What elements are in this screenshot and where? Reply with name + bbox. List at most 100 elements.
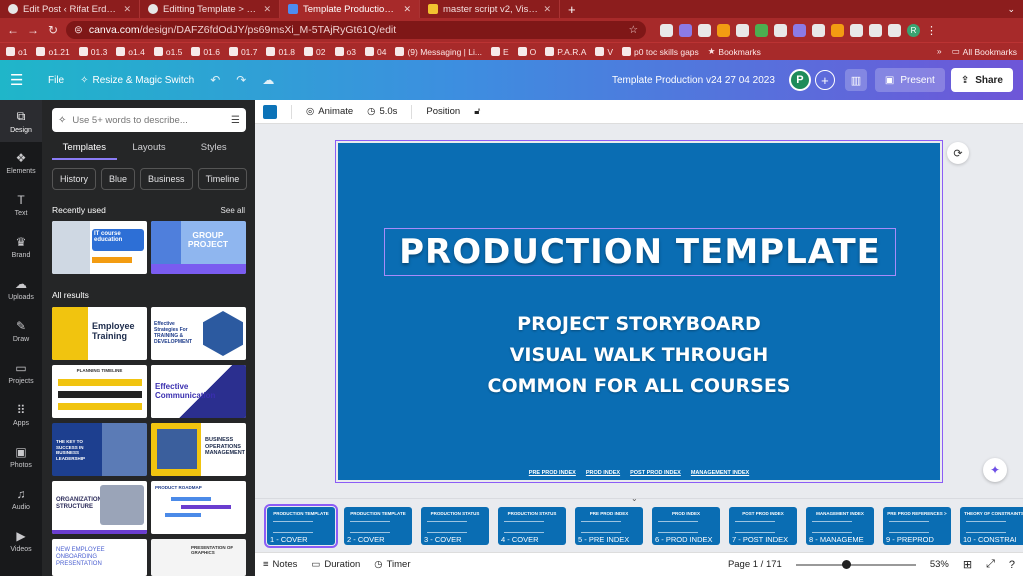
share-button[interactable]: ⇪ Share (950, 68, 1013, 92)
resize-button[interactable]: ✧ Resize & Magic Switch (80, 75, 194, 86)
tab-templates[interactable]: Templates (52, 140, 117, 160)
bookmark-item[interactable]: O (517, 47, 536, 57)
bookmark-item[interactable]: 01.8 (266, 47, 295, 57)
slide-subtitle-1[interactable]: PROJECT STORYBOARD (338, 313, 940, 335)
template-thumb[interactable]: PLANNING TIMELINE (52, 365, 147, 418)
back-icon[interactable]: ← (6, 23, 20, 37)
position-button[interactable]: Position (426, 106, 460, 117)
template-thumb[interactable]: Effective Strategies For TRAINING & DEVE… (151, 307, 246, 360)
template-thumb[interactable]: PRODUCT ROADMAP (151, 481, 246, 534)
title-selection-box[interactable]: PRODUCTION TEMPLATE (384, 228, 896, 276)
link-management-index[interactable]: MANAGEMENT INDEX (691, 470, 749, 476)
template-thumb[interactable]: Employee Training (52, 307, 147, 360)
bookmark-item[interactable]: 04 (364, 47, 386, 57)
page-thumbnail[interactable]: PRODUCTION TEMPLATE 2 - COVER (344, 507, 412, 545)
regenerate-icon[interactable]: ⟳ (947, 142, 969, 164)
template-thumb[interactable]: BUSINESS OPERATIONS MANAGEMENT (151, 423, 246, 476)
bookmark-item[interactable]: 01.6 (191, 47, 220, 57)
document-title[interactable]: Template Production v24 27 04 2023 (612, 75, 775, 86)
bookmark-item[interactable]: o1.21 (36, 47, 70, 57)
page-thumbnail[interactable]: PROD INDEX 6 - PROD INDEX (652, 507, 720, 545)
page-thumbnail[interactable]: POST PROD INDEX 7 - POST INDEX (729, 507, 797, 545)
template-thumb[interactable]: THE KEY TO SUCCESS IN BUSINESS LEADERSHI… (52, 423, 147, 476)
timer-button[interactable]: ◷ Timer (374, 559, 410, 570)
more-bookmarks-icon[interactable]: » (937, 46, 942, 57)
slide-title[interactable]: PRODUCTION TEMPLATE (385, 229, 895, 275)
extension-icon[interactable] (660, 23, 673, 37)
slide-subtitle-3[interactable]: COMMON FOR ALL COURSES (338, 375, 940, 397)
extension-icon[interactable] (812, 23, 825, 37)
close-tab-icon[interactable]: ✕ (543, 4, 551, 15)
bookmark-item[interactable]: o1.4 (116, 47, 145, 57)
template-thumb[interactable]: PRESENTATION OF GRAPHICS (151, 539, 246, 576)
slide-subtitle-2[interactable]: VISUAL WALK THROUGH (338, 344, 940, 366)
page-thumbnail[interactable]: PRE PROD INDEX 5 - PRE INDEX (575, 507, 643, 545)
sidebar-icon[interactable] (888, 23, 901, 37)
menu-icon[interactable]: ⋮ (926, 24, 937, 37)
help-icon[interactable]: ? (1009, 559, 1015, 571)
insights-chart-icon[interactable]: ▥ (844, 69, 867, 91)
page-thumbnail[interactable]: PRODUCTION STATUS 4 - COVER (498, 507, 566, 545)
download-icon[interactable] (869, 23, 882, 37)
close-tab-icon[interactable]: ✕ (403, 4, 411, 15)
bookmark-item[interactable]: o1 (6, 47, 27, 57)
rail-apps[interactable]: ⠿ Apps (0, 394, 42, 436)
undo-icon[interactable]: ↶ (210, 73, 220, 87)
close-tab-icon[interactable]: ✕ (263, 4, 271, 15)
zoom-slider[interactable] (795, 559, 916, 569)
slide-canvas[interactable]: PRODUCTION TEMPLATE PROJECT STORYBOARD V… (338, 143, 940, 480)
add-collaborator-button[interactable]: + (814, 70, 835, 90)
page-thumbnail[interactable]: PRODUCTION TEMPLATE 1 - COVER (264, 504, 338, 548)
grid-view-icon[interactable]: ⊞ (963, 558, 972, 571)
page-thumbnail[interactable]: MANAGEMENT INDEX 8 - MANAGEME (806, 507, 874, 545)
template-thumb[interactable]: NEW EMPLOYEE ONBOARDING PRESENTATION (52, 539, 147, 576)
extension-icon[interactable] (736, 23, 749, 37)
notes-button[interactable]: ≡ Notes (263, 559, 297, 570)
rail-videos[interactable]: ▶ Videos (0, 520, 42, 562)
rail-audio[interactable]: ♫ Audio (0, 478, 42, 520)
menu-icon[interactable]: ☰ (10, 71, 32, 89)
bookmark-item[interactable]: E (490, 47, 509, 57)
filter-icon[interactable]: ☰ (231, 115, 240, 126)
bookmark-item[interactable]: V (595, 47, 613, 57)
bookmark-item[interactable]: ★ Bookmarks (708, 46, 761, 57)
present-button[interactable]: ▣ Present (874, 68, 945, 92)
extension-icon[interactable] (793, 23, 806, 37)
redo-icon[interactable]: ↷ (236, 73, 246, 87)
duration-toggle[interactable]: ▭ Duration (311, 559, 360, 570)
rail-projects[interactable]: ▭ Projects (0, 352, 42, 394)
rail-uploads[interactable]: ☁ Uploads (0, 268, 42, 310)
browser-tab-3[interactable]: Template Production v24 27✕ (280, 0, 420, 18)
zoom-slider-knob[interactable] (842, 559, 852, 569)
duration-button[interactable]: ◷ 5.0s (367, 106, 397, 117)
template-thumb[interactable]: GROUP PROJECT (151, 221, 246, 274)
extension-icon[interactable] (679, 23, 692, 37)
lock-icon[interactable]: 🔓︎ (474, 106, 480, 117)
file-menu[interactable]: File (48, 75, 64, 86)
bookmark-item[interactable]: o3 (334, 47, 356, 57)
bookmark-item[interactable]: (9) Messaging | Li... (395, 47, 482, 57)
template-thumb[interactable]: Effective Communication (151, 365, 246, 418)
all-bookmarks-folder[interactable]: ▭ All Bookmarks (952, 46, 1017, 57)
cloud-save-icon[interactable]: ☁ (262, 73, 274, 87)
chevron-down-icon[interactable]: ⌄ (631, 494, 638, 503)
chip-timeline[interactable]: Timeline (197, 168, 248, 190)
chip-business[interactable]: Business (140, 168, 193, 190)
bookmark-item[interactable]: P.A.R.A (545, 47, 586, 57)
bookmark-star-icon[interactable]: ☆ (629, 24, 638, 36)
rail-draw[interactable]: ✎ Draw (0, 310, 42, 352)
new-tab-button[interactable]: + (560, 0, 584, 18)
bookmark-item[interactable]: 01.3 (78, 47, 107, 57)
rail-photos[interactable]: ▣ Photos (0, 436, 42, 478)
page-indicator[interactable]: Page 1 / 171 (728, 559, 782, 570)
browser-tab-4[interactable]: master script v2, Visual Work✕ (420, 0, 560, 18)
puzzle-icon[interactable] (850, 23, 863, 37)
link-post-prod-index[interactable]: POST PROD INDEX (630, 470, 681, 476)
browser-tab-2[interactable]: Editting Template > Build you✕ (140, 0, 280, 18)
site-info-icon[interactable]: ⊜ (74, 24, 83, 36)
extension-icon[interactable] (698, 23, 711, 37)
link-prod-index[interactable]: PROD INDEX (586, 470, 620, 476)
zoom-level[interactable]: 53% (930, 559, 949, 570)
page-thumbnail[interactable]: THEORY OF CONSTRAINTS 10 - CONSTRAI (960, 507, 1023, 545)
template-thumb[interactable]: IT course education (52, 221, 147, 274)
